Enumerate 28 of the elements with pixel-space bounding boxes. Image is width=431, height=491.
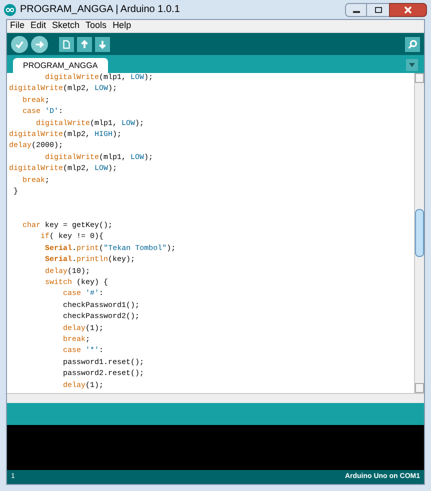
- search-icon: [407, 38, 418, 50]
- up-arrow-icon: [79, 38, 90, 50]
- close-icon: [404, 6, 412, 14]
- verify-button[interactable]: [11, 36, 28, 52]
- serial-monitor-button[interactable]: [405, 36, 420, 52]
- upload-button[interactable]: [31, 36, 48, 52]
- right-arrow-icon: [34, 38, 45, 50]
- save-button[interactable]: [95, 36, 110, 52]
- close-button[interactable]: [389, 2, 427, 16]
- new-button[interactable]: [59, 36, 74, 52]
- caret-icon: [409, 63, 415, 67]
- menu-item[interactable]: Sketch: [52, 19, 80, 33]
- menu-item[interactable]: File: [10, 19, 25, 33]
- menu-item[interactable]: Edit: [30, 19, 46, 33]
- vertical-scrollbar[interactable]: [414, 73, 424, 393]
- document-icon: [61, 38, 72, 50]
- down-arrow-icon: [97, 38, 108, 50]
- minimize-button[interactable]: [345, 2, 367, 16]
- file-tab[interactable]: PROGRAM_ANGGA: [13, 58, 108, 73]
- tab-menu-button[interactable]: [406, 59, 418, 71]
- window-title: PROGRAM_ANGGA | Arduino 1.0.1: [20, 3, 180, 17]
- maximize-button[interactable]: [367, 2, 389, 16]
- horizontal-scrollbar[interactable]: [7, 393, 424, 403]
- checkmark-icon: [14, 38, 25, 50]
- open-button[interactable]: [77, 36, 92, 52]
- menu-item[interactable]: Help: [112, 19, 132, 33]
- menu-item[interactable]: Tools: [86, 19, 107, 33]
- logo-icon: [4, 4, 16, 16]
